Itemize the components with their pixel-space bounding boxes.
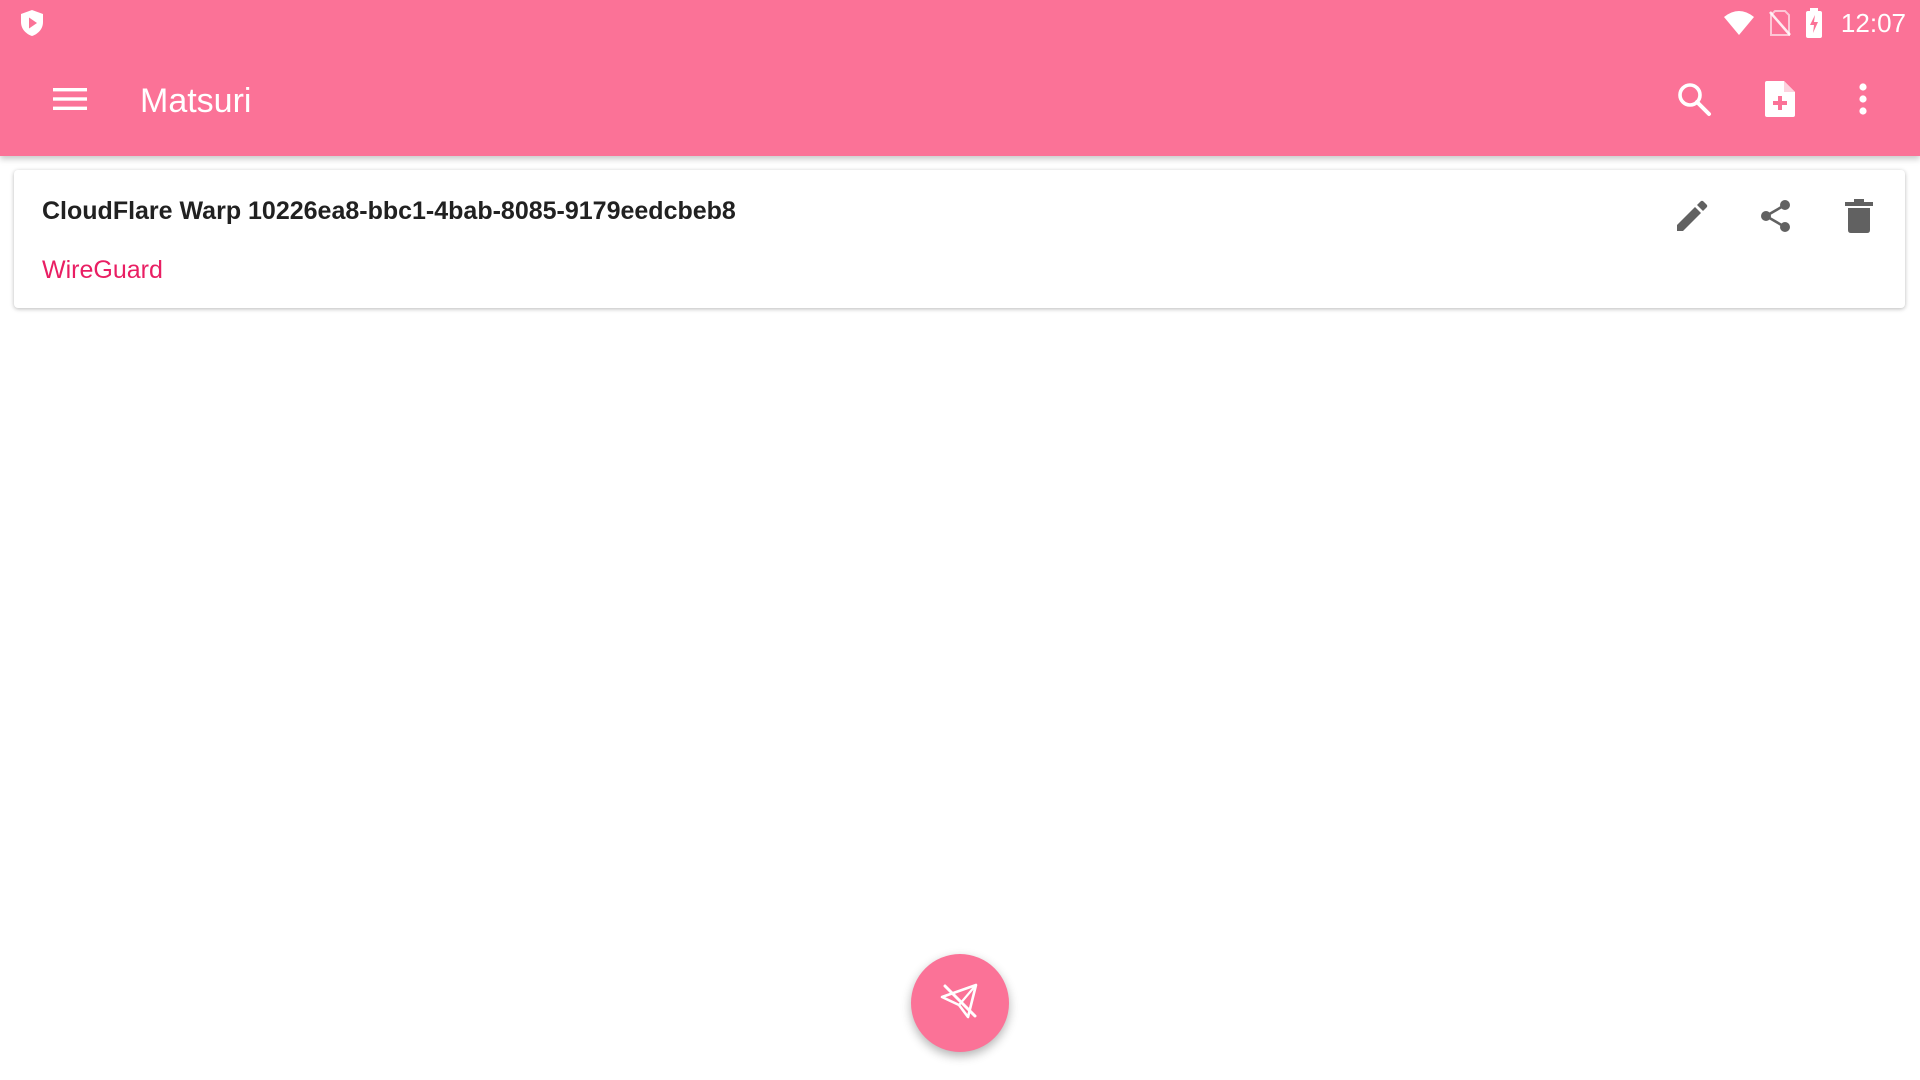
add-file-icon — [1764, 80, 1796, 123]
share-icon — [1758, 198, 1794, 239]
no-sim-icon — [1768, 9, 1791, 37]
profile-name: CloudFlare Warp 10226ea8-bbc1-4bab-8085-… — [42, 197, 736, 225]
app-title: Matsuri — [140, 82, 252, 120]
toolbar: Matsuri — [0, 46, 1920, 156]
connect-fab[interactable] — [911, 954, 1009, 1052]
app-bar: 12:07 Matsuri — [0, 0, 1920, 156]
more-options-button[interactable] — [1831, 69, 1895, 133]
app-shield-icon — [18, 9, 46, 37]
menu-icon — [53, 87, 87, 116]
delete-button[interactable] — [1831, 190, 1887, 246]
status-time: 12:07 — [1840, 7, 1906, 38]
menu-button[interactable] — [38, 69, 102, 133]
more-vert-icon — [1858, 82, 1868, 120]
status-icons: 12:07 — [1723, 6, 1906, 40]
search-button[interactable] — [1662, 69, 1726, 133]
profile-type: WireGuard — [42, 256, 163, 284]
wifi-icon — [1723, 10, 1755, 36]
edit-button[interactable] — [1664, 190, 1720, 246]
share-button[interactable] — [1748, 190, 1804, 246]
battery-charging-icon — [1805, 8, 1823, 38]
edit-icon — [1675, 199, 1709, 238]
add-profile-button[interactable] — [1748, 69, 1812, 133]
search-icon — [1676, 81, 1712, 122]
delete-icon — [1845, 198, 1873, 238]
status-bar: 12:07 — [0, 0, 1920, 46]
profile-card[interactable]: CloudFlare Warp 10226ea8-bbc1-4bab-8085-… — [14, 170, 1905, 308]
paper-plane-off-icon — [940, 981, 980, 1026]
